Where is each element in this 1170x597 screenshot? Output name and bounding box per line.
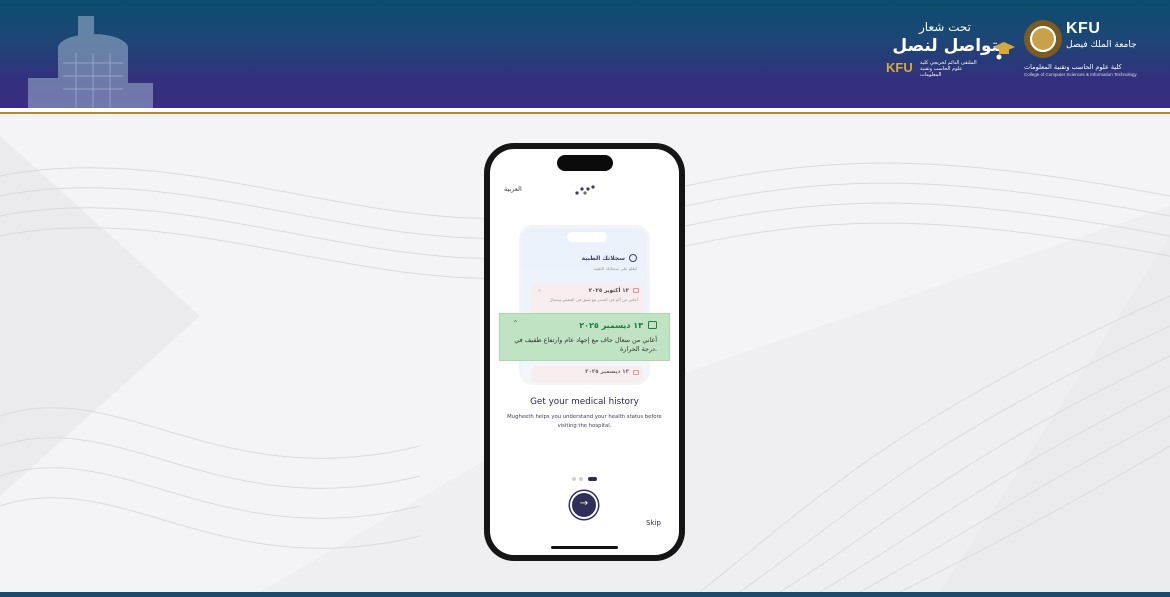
clock-icon: [629, 254, 637, 262]
illustration-phone: سجلاتك الطبية اطلع على سجلاتك الطبية ⌄ ١…: [519, 225, 650, 385]
kfu-logo-text: KFU: [1066, 20, 1101, 37]
header-divider: [0, 108, 1170, 114]
college-english-name: College of Computer Sciences & Informati…: [1024, 72, 1137, 77]
folder-icon: [633, 288, 639, 293]
illustration-subtitle: اطلع على سجلاتك الطبية: [593, 266, 637, 271]
illustration-record-text: أعاني من ألم في الصدر مع ضيق في التنفس و…: [549, 297, 638, 302]
slogan-main-text: نتواصل لنصل: [892, 36, 1005, 56]
slide-canvas: تحت شعار نتواصل لنصل KFU الملتقى الدائم …: [0, 0, 1170, 597]
footer-bar: [0, 592, 1170, 597]
illustration-record-date: ١٢ أكتوبر ٢٠٢٥: [588, 288, 629, 294]
home-indicator: [551, 546, 618, 549]
slogan-kfu-text: KFU: [886, 60, 913, 75]
slogan-logo: تحت شعار نتواصل لنصل KFU الملتقى الدائم …: [880, 20, 1015, 80]
kfu-arabic-name: جامعة الملك فيصل: [1066, 40, 1137, 50]
pagination-dot-active[interactable]: [588, 477, 597, 481]
onboarding-title: Get your medical history: [530, 397, 639, 407]
chevron-up-icon: ⌃: [512, 319, 519, 328]
kfu-emblem-icon: [1024, 20, 1062, 58]
onboarding-description: Mugheeth helps you understand your healt…: [507, 414, 662, 429]
kfu-logo: KFU جامعة الملك فيصل كلية علوم الحاسب وت…: [1024, 18, 1137, 80]
highlighted-record-card[interactable]: ⌃ ١٣ ديسمبر ٢٠٢٥ أعاني من سعال جاف مع إج…: [499, 313, 670, 361]
folder-icon: [648, 321, 657, 329]
next-button[interactable]: →: [570, 491, 598, 519]
pagination-dot[interactable]: [579, 477, 583, 481]
college-arabic-name: كلية علوم الحاسب وتقنية المعلومات: [1024, 63, 1122, 71]
pagination-dots: [572, 477, 598, 481]
illustration-title: سجلاتك الطبية: [581, 255, 625, 262]
slogan-small-text: الملتقى الدائم لخريجي كلية علوم الحاسب و…: [920, 60, 977, 78]
highlighted-record-date: ١٣ ديسمبر ٢٠٢٥: [579, 321, 643, 330]
graduation-cap-icon: [993, 42, 1015, 60]
header-banner: تحت شعار نتواصل لنصل KFU الملتقى الدائم …: [0, 0, 1170, 108]
slogan-top-text: تحت شعار: [919, 20, 971, 34]
university-building-icon: [28, 16, 153, 108]
dynamic-island: [557, 155, 613, 171]
highlighted-record-text: أعاني من سعال جاف مع إجهاد عام وارتفاع ط…: [514, 336, 657, 353]
pagination-dot[interactable]: [572, 477, 576, 481]
folder-icon: [633, 370, 639, 375]
chevron-down-icon: ⌄: [537, 286, 543, 293]
illustration-notch: [567, 232, 607, 242]
illustration-record-card-2: ١٣ ديسمبر ٢٠٢٥: [531, 366, 643, 382]
illustration-record-date-2: ١٣ ديسمبر ٢٠٢٥: [585, 369, 629, 375]
skip-button[interactable]: Skip: [646, 519, 661, 527]
app-logo-icon: [575, 185, 595, 195]
language-toggle[interactable]: العربية: [504, 185, 522, 193]
arrow-right-icon: →: [579, 498, 589, 509]
